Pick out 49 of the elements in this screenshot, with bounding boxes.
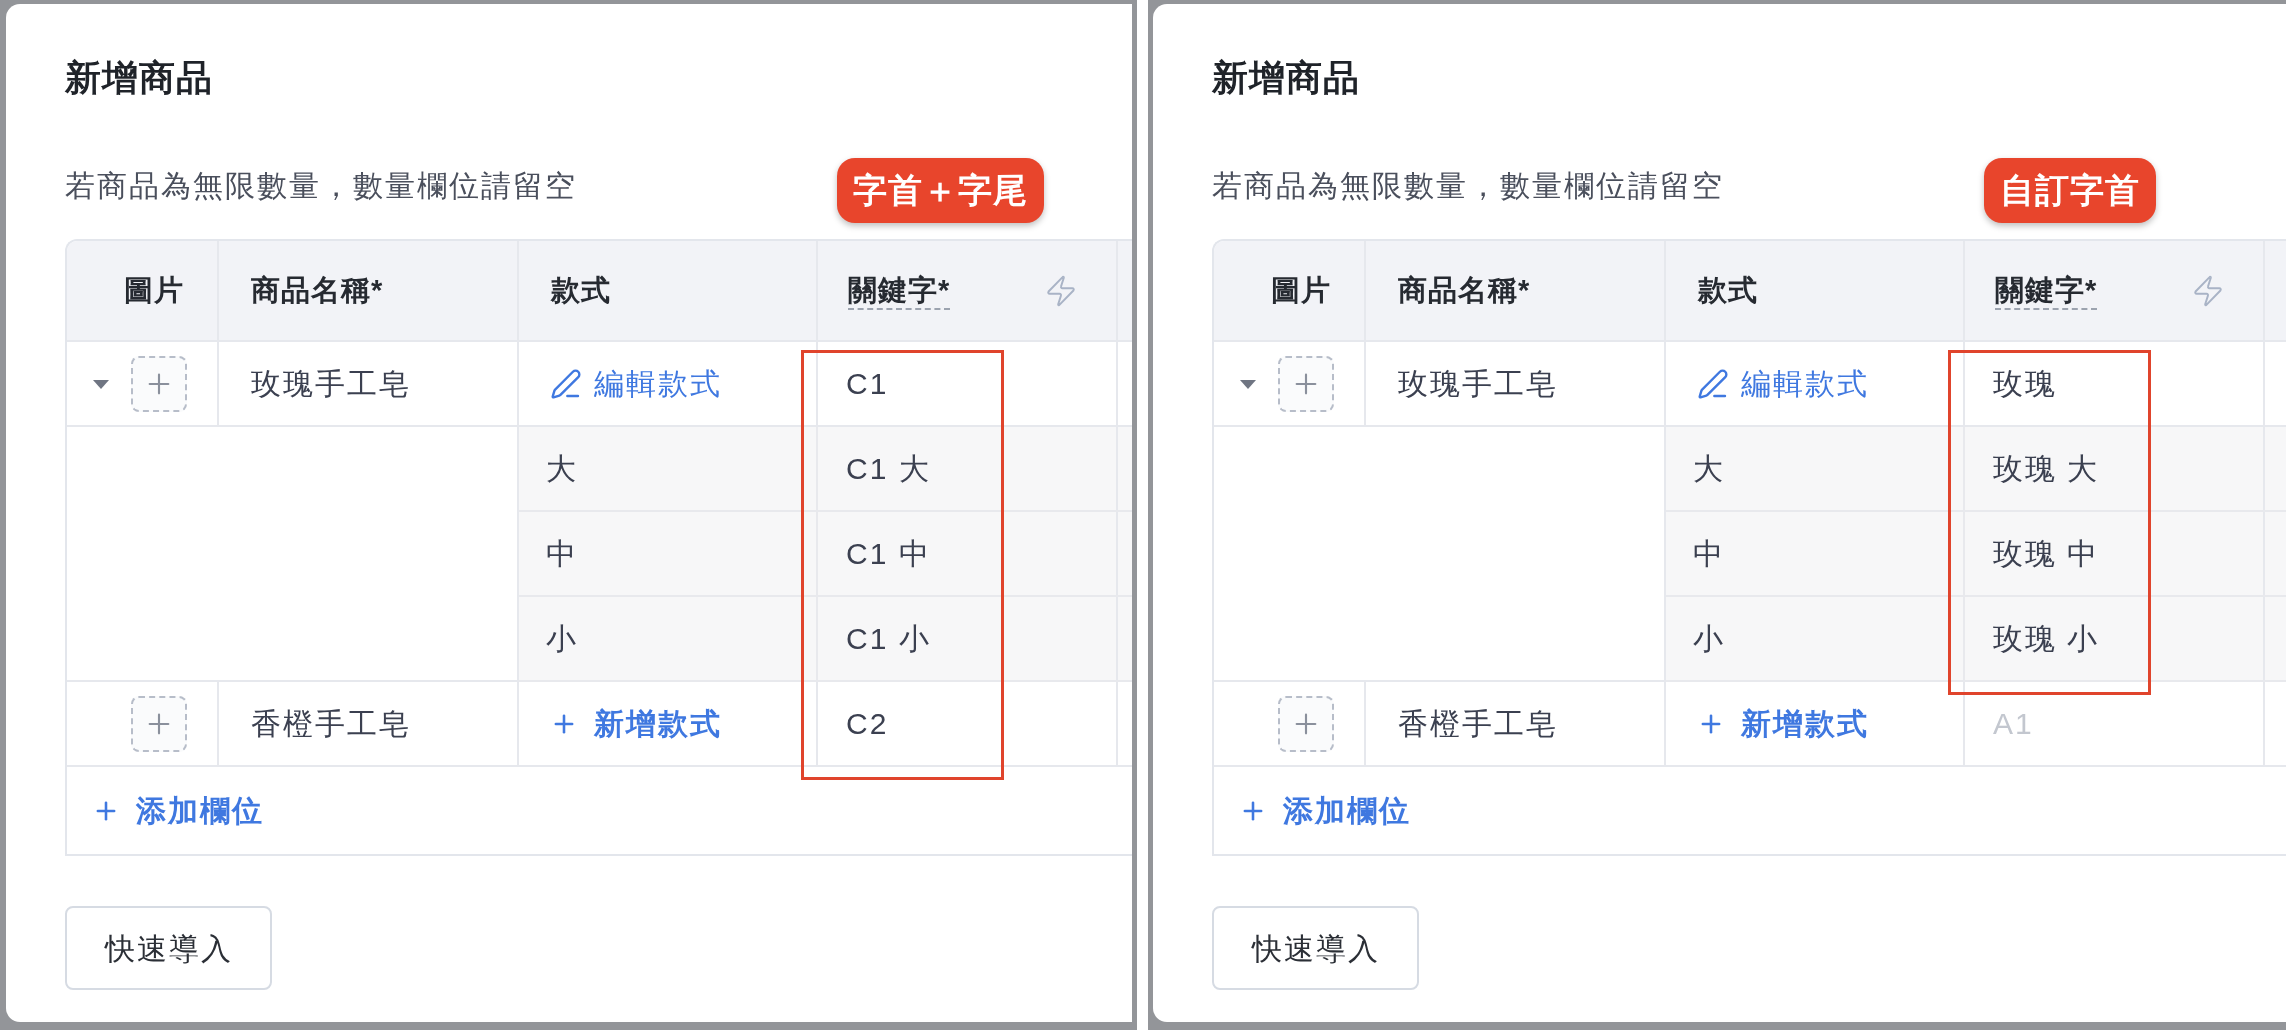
callout-label: 字首＋字尾 [837, 158, 1044, 223]
style-cell: 大 [1666, 427, 1965, 510]
edit-styles-button[interactable]: 編輯款式 [550, 361, 722, 406]
column-header: 款式 [551, 272, 611, 308]
column-header: 關鍵字* [1995, 271, 2098, 310]
style-cell: 小 [519, 597, 818, 680]
keyword-field[interactable]: C1 [818, 342, 1118, 425]
hint-text: 若商品為無限數量，數量欄位請留空 [1212, 168, 1724, 204]
image-upload-button[interactable] [1278, 695, 1334, 752]
add-field-button[interactable]: 添加欄位 [1239, 788, 1411, 833]
column-header: 圖片 [1271, 272, 1331, 308]
keyword-field[interactable]: 玫瑰 [1965, 342, 2265, 425]
column-header: 商品名稱* [1398, 272, 1531, 308]
image-upload-button[interactable] [131, 695, 187, 752]
name-field[interactable]: 香橙手工皂 [1366, 682, 1666, 765]
name-field[interactable]: 玫瑰手工皂 [219, 342, 519, 425]
callout-label: 自訂字首 [1984, 158, 2156, 223]
column-header: 款式 [1698, 272, 1758, 308]
pencil-icon [1697, 367, 1729, 400]
keyword-field[interactable]: C1 大 [818, 427, 1118, 510]
keyword-field[interactable]: C2 [818, 682, 1118, 765]
keyword-field[interactable]: 玫瑰 大 [1965, 427, 2265, 510]
name-field[interactable]: 香橙手工皂 [219, 682, 519, 765]
lightning-icon[interactable] [1044, 273, 1078, 308]
keyword-field[interactable]: 玫瑰 中 [1965, 512, 2265, 595]
name-field[interactable]: 玫瑰手工皂 [1366, 342, 1666, 425]
style-cell: 大 [519, 427, 818, 510]
dialog-title: 新增商品 [65, 56, 214, 100]
quick-import-button[interactable]: 快速導入 [65, 906, 272, 990]
column-header: 圖片 [124, 272, 184, 308]
hint-text: 若商品為無限數量，數量欄位請留空 [65, 168, 577, 204]
style-cell: 小 [1666, 597, 1965, 680]
column-header: 關鍵字* [848, 271, 951, 310]
add-style-button[interactable]: 新增款式 [1697, 701, 1869, 746]
image-upload-button[interactable] [131, 355, 187, 412]
keyword-field[interactable]: C1 小 [818, 597, 1118, 680]
column-header: 商品名稱* [251, 272, 384, 308]
keyword-field[interactable]: C1 中 [818, 512, 1118, 595]
style-cell: 中 [519, 512, 818, 595]
quick-import-button[interactable]: 快速導入 [1212, 906, 1419, 990]
style-cell: 中 [1666, 512, 1965, 595]
dialog-title: 新增商品 [1212, 56, 1361, 100]
keyword-field[interactable]: 玫瑰 小 [1965, 597, 2265, 680]
add-field-button[interactable]: 添加欄位 [92, 788, 264, 833]
edit-styles-button[interactable]: 編輯款式 [1697, 361, 1869, 406]
add-style-button[interactable]: 新增款式 [550, 701, 722, 746]
pencil-icon [550, 367, 582, 400]
image-upload-button[interactable] [1278, 355, 1334, 412]
lightning-icon[interactable] [2191, 273, 2225, 308]
